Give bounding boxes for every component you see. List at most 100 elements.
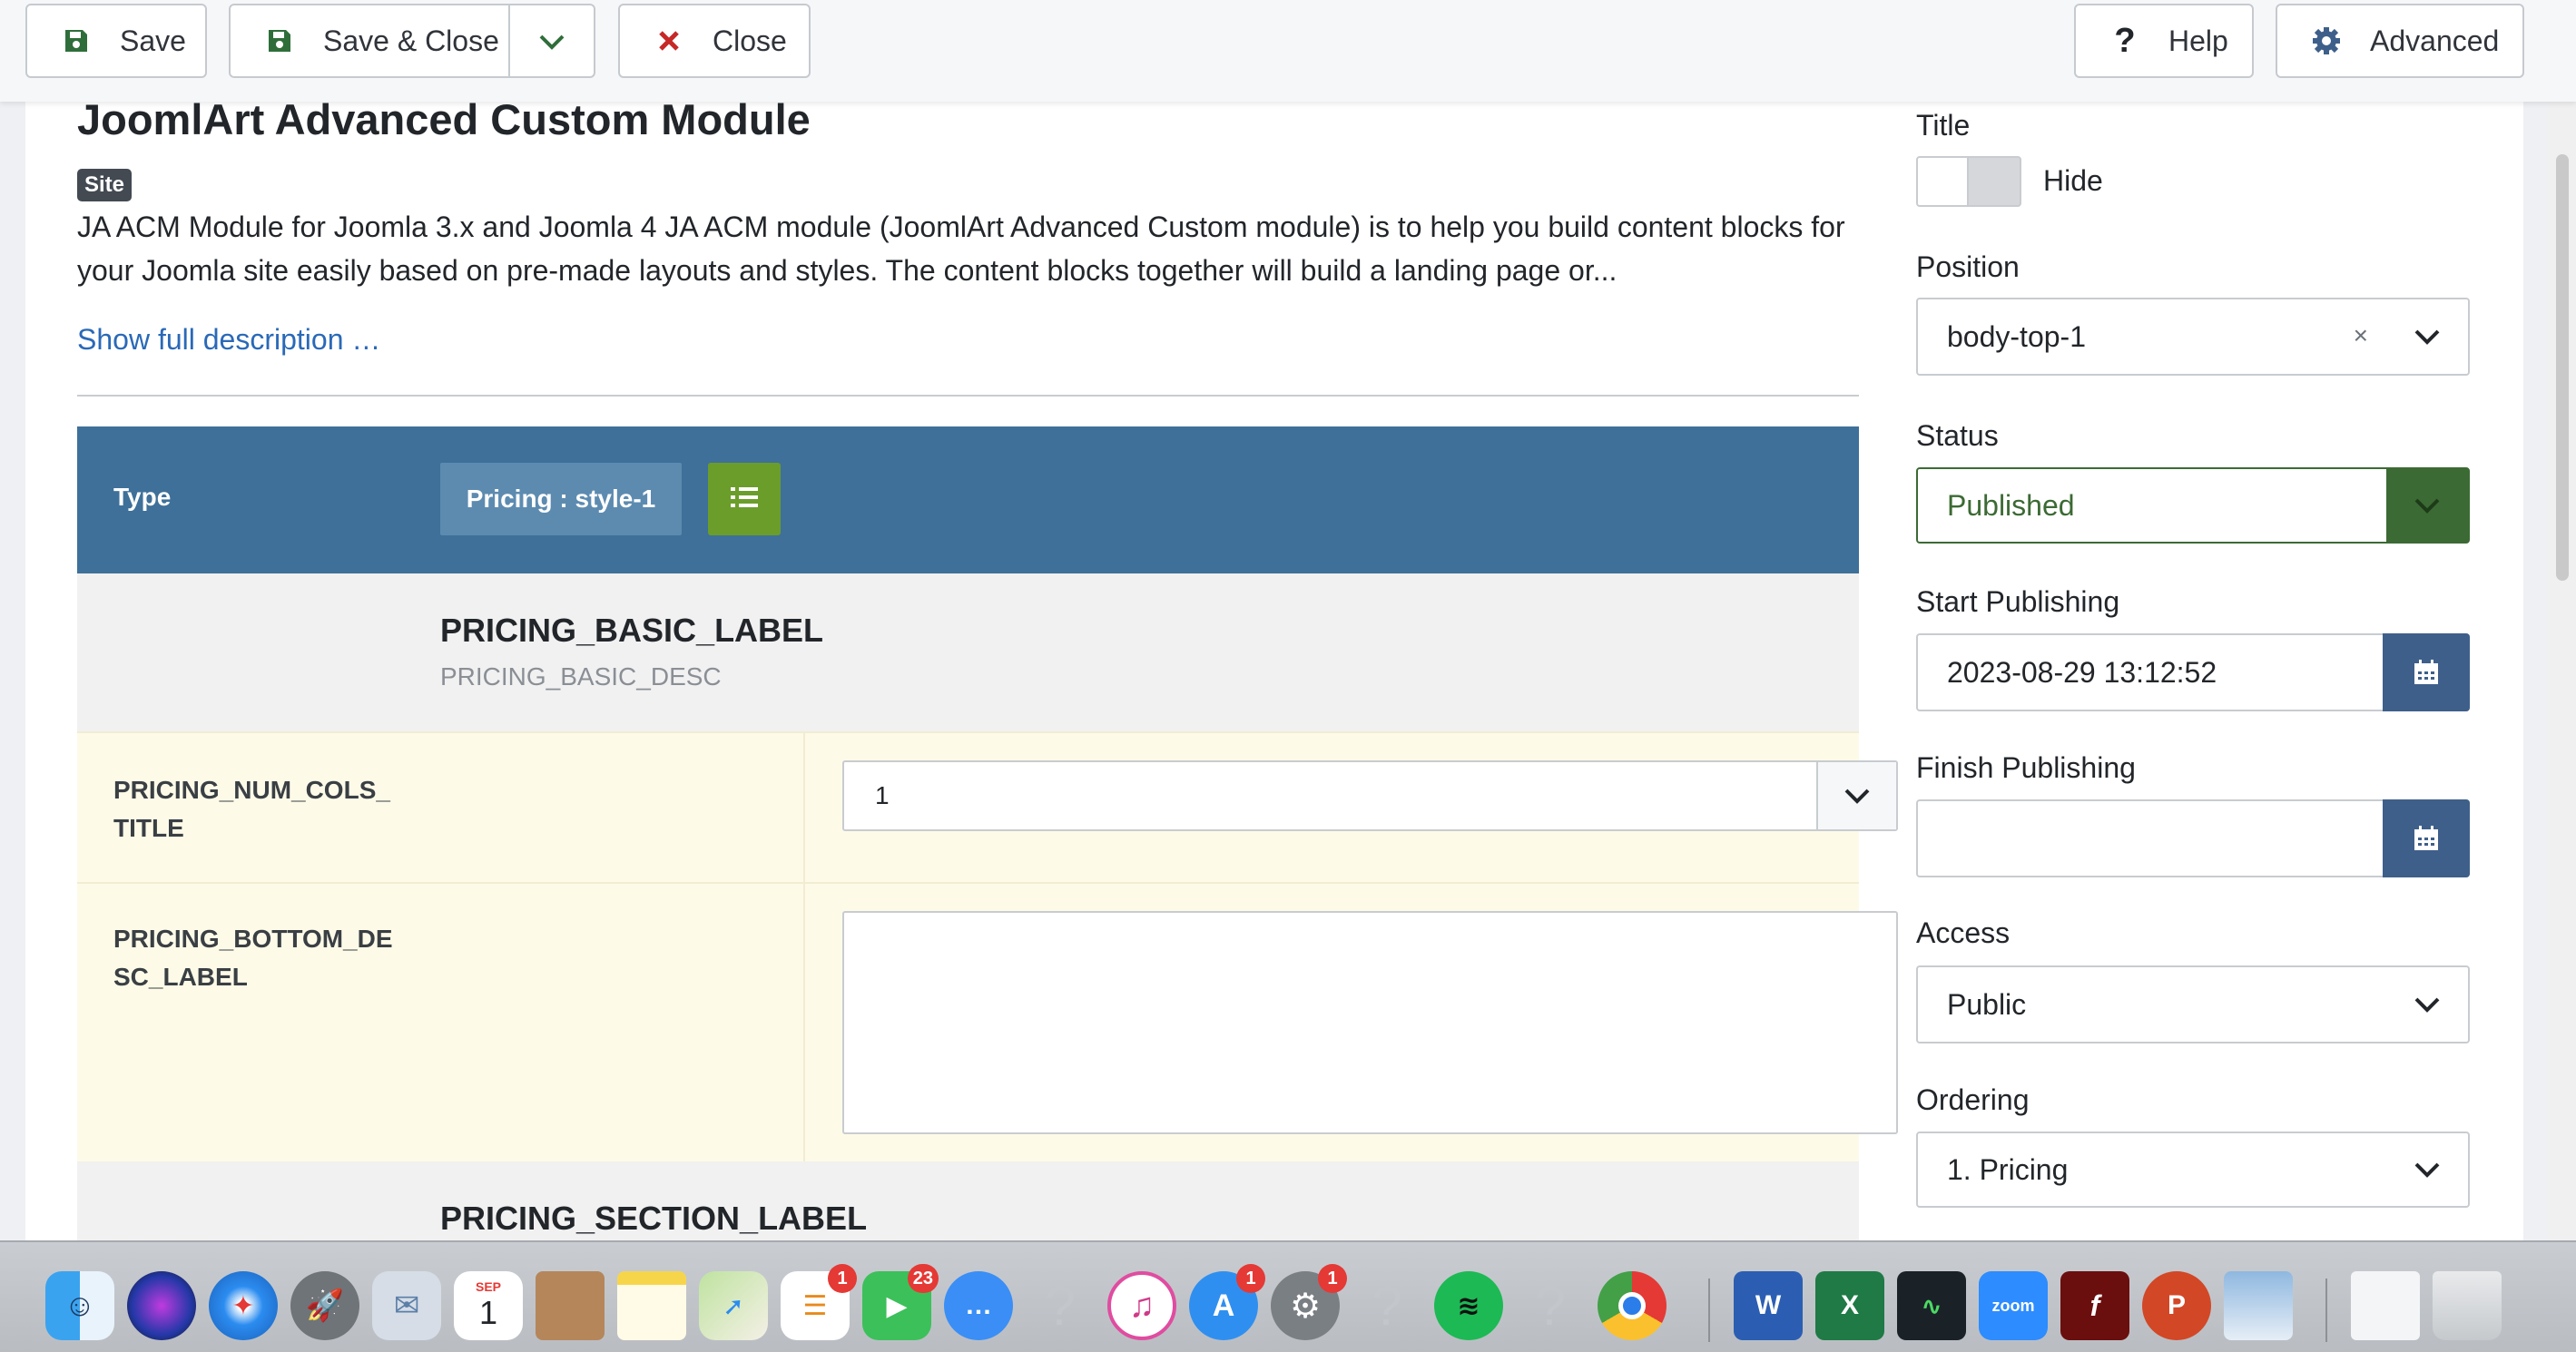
style-selector-button[interactable]: Pricing : style-1 xyxy=(440,463,682,535)
page-title: JoomlArt Advanced Custom Module xyxy=(77,95,811,143)
excel-icon[interactable]: X xyxy=(1815,1271,1884,1340)
calendar-app-icon[interactable]: SEP 1 xyxy=(454,1271,523,1340)
save-close-label: Save & Close xyxy=(323,24,499,57)
scrollbar-thumb[interactable] xyxy=(2556,154,2569,581)
num-cols-select[interactable]: 1 xyxy=(842,760,1898,831)
site-badge: Site xyxy=(77,169,133,201)
select-value: 1 xyxy=(875,781,890,809)
title-label: Title xyxy=(1916,109,1971,142)
toggle-knob xyxy=(1918,158,1969,205)
position-label: Position xyxy=(1916,250,2020,283)
siri-icon[interactable] xyxy=(127,1271,196,1340)
close-button[interactable]: Close xyxy=(618,4,811,78)
chevron-down-icon xyxy=(538,24,565,58)
row-divider xyxy=(803,733,805,882)
close-icon xyxy=(653,24,685,57)
type-bar: Type Pricing : style-1 xyxy=(77,426,1859,573)
help-button[interactable]: ? Help xyxy=(2074,4,2254,78)
gear-icon xyxy=(2310,24,2343,57)
start-publishing-input[interactable]: 2023-08-29 13:12:52 xyxy=(1916,633,2470,711)
unknown-app-icon[interactable]: ? xyxy=(1026,1271,1095,1340)
dock-separator xyxy=(1708,1279,1710,1342)
clear-icon[interactable]: × xyxy=(2354,321,2368,350)
access-value: Public xyxy=(1947,987,2027,1021)
access-select[interactable]: Public xyxy=(1916,965,2470,1043)
downloads-stack-icon[interactable] xyxy=(2351,1271,2420,1340)
advanced-button[interactable]: Advanced xyxy=(2276,4,2524,78)
dock-shelf: ☺ ✦ 🚀 ✉ SEP 1 ➚ ☰ 1 ▶ 23 … ? ♫ A 1 ⚙ 1 ? xyxy=(36,1251,2542,1352)
list-icon xyxy=(731,485,758,514)
chevron-down-icon[interactable] xyxy=(2386,469,2468,542)
chevron-down-icon[interactable] xyxy=(1816,762,1896,829)
chrome-icon[interactable] xyxy=(1598,1271,1667,1340)
flash-icon[interactable]: f xyxy=(2060,1271,2129,1340)
safari-icon[interactable]: ✦ xyxy=(209,1271,278,1340)
section-pricing: PRICING_SECTION_LABEL xyxy=(77,1161,1859,1240)
itunes-icon[interactable]: ♫ xyxy=(1107,1271,1176,1340)
finder-icon[interactable]: ☺ xyxy=(45,1271,114,1340)
close-label: Close xyxy=(713,24,787,57)
access-label: Access xyxy=(1916,916,2011,949)
powerpoint-icon[interactable]: P xyxy=(2142,1271,2211,1340)
help-label: Help xyxy=(2168,24,2228,57)
system-preferences-icon[interactable]: ⚙ 1 xyxy=(1271,1264,1347,1340)
word-icon[interactable]: W xyxy=(1734,1271,1803,1340)
reminders-badge: 1 xyxy=(828,1264,857,1293)
calendar-month: SEP xyxy=(475,1279,501,1294)
page-gutter-left xyxy=(0,102,25,1240)
module-description: JA ACM Module for Joomla 3.x and Joomla … xyxy=(77,211,1845,287)
facetime-icon[interactable]: ▶ 23 xyxy=(862,1264,939,1340)
trash-icon[interactable] xyxy=(2433,1271,2502,1340)
calendar-icon[interactable] xyxy=(2383,633,2470,711)
status-label: Status xyxy=(1916,419,1999,452)
floppy-disk-icon xyxy=(60,24,93,57)
section-heading: PRICING_BASIC_LABEL xyxy=(440,612,824,649)
title-visibility-toggle[interactable] xyxy=(1916,156,2021,207)
chevron-down-icon[interactable] xyxy=(2386,1133,2468,1206)
calendar-icon[interactable] xyxy=(2383,799,2470,877)
floppy-disk-icon xyxy=(263,24,296,57)
ordering-label: Ordering xyxy=(1916,1083,2030,1116)
chevron-down-icon[interactable] xyxy=(2386,299,2468,374)
field-label: PRICING_NUM_COLS_ TITLE xyxy=(113,776,390,842)
facetime-badge: 23 xyxy=(907,1264,939,1293)
advanced-label: Advanced xyxy=(2370,24,2500,57)
toolbar: Save Save & Close Close ? Help Advanced xyxy=(0,0,2576,102)
mail-icon[interactable]: ✉ xyxy=(372,1271,441,1340)
ordering-select[interactable]: 1. Pricing xyxy=(1916,1132,2470,1208)
bottom-desc-textarea[interactable] xyxy=(842,911,1898,1134)
section-description: PRICING_BASIC_DESC xyxy=(440,662,722,691)
question-icon: ? xyxy=(2114,21,2136,60)
contacts-icon[interactable] xyxy=(536,1271,605,1340)
preview-icon[interactable] xyxy=(2224,1271,2293,1340)
page-gutter-right xyxy=(2523,102,2549,1240)
show-full-description-link[interactable]: Show full description … xyxy=(77,323,380,357)
vertical-scrollbar[interactable] xyxy=(2549,102,2576,1240)
activity-monitor-icon[interactable]: ∿ xyxy=(1897,1271,1966,1340)
unknown-app-icon[interactable]: ? xyxy=(1516,1271,1585,1340)
maps-icon[interactable]: ➚ xyxy=(699,1271,768,1340)
launchpad-icon[interactable]: 🚀 xyxy=(290,1271,359,1340)
position-select[interactable]: body-top-1 × xyxy=(1916,298,2470,376)
messages-icon[interactable]: … xyxy=(944,1271,1013,1340)
save-options-dropdown[interactable] xyxy=(508,4,595,78)
app-store-icon[interactable]: A 1 xyxy=(1189,1264,1265,1340)
type-label: Type xyxy=(113,483,172,511)
notes-icon[interactable] xyxy=(617,1271,686,1340)
layout-list-button[interactable] xyxy=(708,463,781,535)
chevron-down-icon[interactable] xyxy=(2386,967,2468,1042)
section-basic: PRICING_BASIC_LABEL PRICING_BASIC_DESC xyxy=(77,573,1859,731)
reminders-icon[interactable]: ☰ 1 xyxy=(781,1264,857,1340)
zoom-icon[interactable]: zoom xyxy=(1979,1271,2048,1340)
unknown-app-icon[interactable]: ? xyxy=(1352,1271,1421,1340)
dock-separator xyxy=(2325,1279,2327,1342)
ordering-value: 1. Pricing xyxy=(1947,1152,2069,1186)
save-button[interactable]: Save xyxy=(25,4,207,78)
status-select[interactable]: Published xyxy=(1916,467,2470,544)
position-value: body-top-1 xyxy=(1947,319,2086,353)
section-heading: PRICING_SECTION_LABEL xyxy=(440,1200,868,1237)
spotify-icon[interactable]: ≋ xyxy=(1434,1271,1503,1340)
save-close-button[interactable]: Save & Close xyxy=(229,4,510,78)
calendar-day: 1 xyxy=(478,1294,498,1331)
finish-publishing-input[interactable] xyxy=(1916,799,2470,877)
